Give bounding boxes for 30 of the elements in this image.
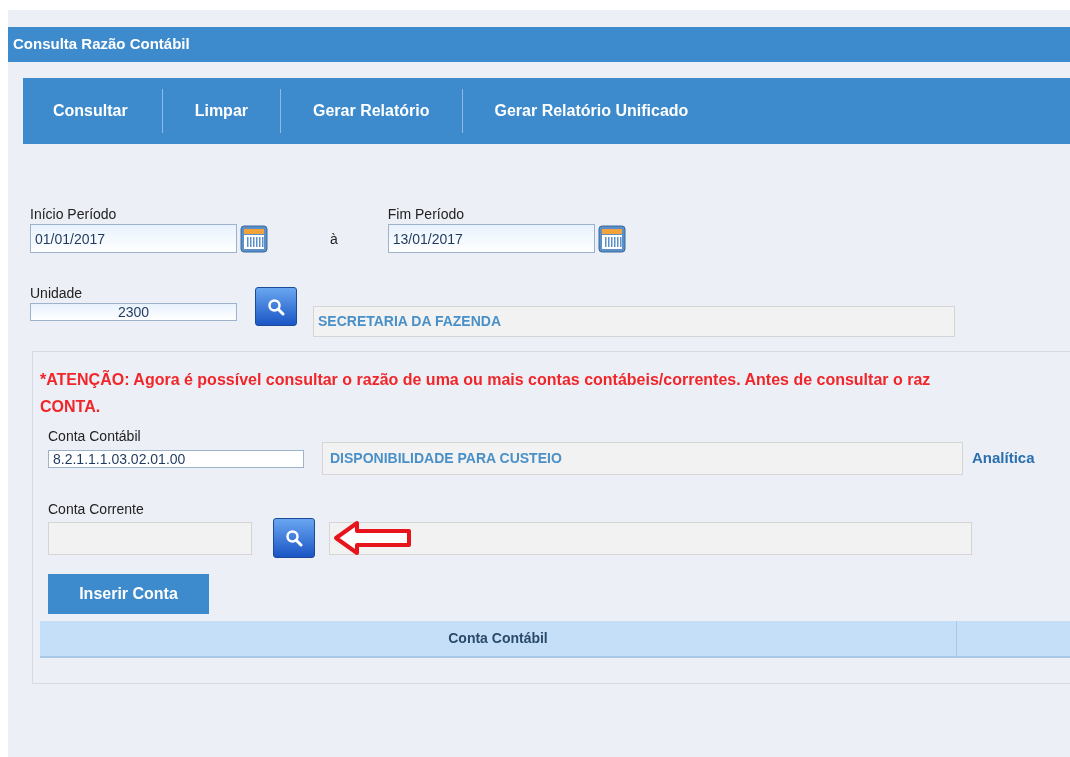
calendar-icon[interactable] — [240, 224, 268, 253]
toolbar-button[interactable]: Limpar — [162, 99, 280, 123]
field-label: Início Período — [30, 205, 118, 224]
account-description-field: DISPONIBILIDADE PARA CUSTEIO — [322, 442, 963, 475]
arrow-icon — [333, 519, 413, 556]
date-field[interactable]: 13/01/2017 — [387, 224, 595, 253]
field-label: Conta Corrente — [48, 500, 145, 518]
warning-text: CONTA. — [40, 397, 102, 417]
date-field[interactable]: 01/01/2017 — [30, 224, 237, 253]
column-header: Conta Contábil — [40, 621, 957, 656]
field-label: Unidade — [30, 284, 84, 303]
search-icon — [285, 529, 303, 547]
window-title: Consulta Razão Contábil — [8, 27, 1070, 62]
unit-field[interactable]: 2300 — [30, 303, 237, 321]
toolbar-button[interactable]: Consultar — [35, 99, 162, 123]
insert-account-button[interactable]: Inserir Conta — [48, 574, 209, 614]
warning-text: *ATENÇÃO: Agora é possível consultar o razão de uma ou mais contas contábeis/correntes. Antes de consultar o raz — [40, 369, 932, 390]
field-label: Conta Contábil — [48, 427, 142, 442]
calendar-icon[interactable] — [597, 224, 626, 253]
search-button[interactable] — [255, 287, 297, 326]
field-label: Fim Período — [387, 205, 466, 224]
current-account-field[interactable] — [48, 521, 252, 555]
search-button[interactable] — [273, 518, 315, 558]
unit-description-field: SECRETARIA DA FAZENDA — [313, 306, 955, 337]
search-icon — [267, 297, 285, 316]
toolbar-button[interactable]: Gerar Relatório Unificado — [462, 99, 721, 123]
separator-text: à — [330, 230, 338, 249]
account-type-text: Analítica — [972, 448, 1035, 469]
account-field[interactable]: 8.2.1.1.1.03.02.01.00 — [48, 449, 304, 468]
toolbar-button[interactable]: Gerar Relatório — [281, 99, 462, 123]
